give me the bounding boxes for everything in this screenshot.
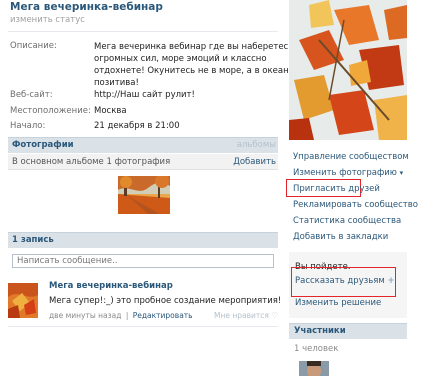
wall-header: 1 запись [8,232,278,248]
group-title: Мега вечеринка-вебинар [10,1,163,13]
wall-count-title[interactable]: 1 запись [12,235,54,245]
header-divider [8,31,278,32]
members-title[interactable]: Участники [294,326,346,336]
menu-manage-community[interactable]: Управление сообществом [293,152,409,162]
post-meta-separator: | [125,311,129,320]
post-edit-link[interactable]: Редактировать [133,311,193,320]
post-like-label: Мне нравится [214,311,269,320]
tell-friends-button[interactable]: Рассказать друзьям + [295,276,395,286]
description-line: Мега вечеринка вебинар где вы наберетесь [94,42,294,52]
members-header: Участники [289,323,407,339]
post-meta: две минуты назад | Редактировать [49,311,193,320]
tell-friends-label: Рассказать друзьям [295,276,385,286]
album-count-text: В основном альбоме 1 фотография [12,157,171,167]
album-photo-thumbnail[interactable] [118,174,170,214]
description-label: Описание: [10,41,57,51]
location-label: Местоположение: [10,106,91,116]
photos-header: Фотографии альбомы [8,137,278,153]
post-like-button[interactable]: Мне нравится ♡ [214,311,278,320]
wall-message-input[interactable] [12,254,274,268]
group-main-photo[interactable] [289,0,407,140]
post-time[interactable]: две минуты назад [49,311,121,320]
albums-link[interactable]: альбомы [237,140,276,150]
post-author-avatar[interactable] [8,283,38,318]
menu-change-photo-label: Изменить фотографию [293,168,397,178]
start-label: Начало: [10,121,46,131]
menu-advertise-community[interactable]: Рекламировать сообщество [293,200,418,210]
add-photo-link[interactable]: Добавить [233,157,276,167]
description-line: огромных сил, море эмоций и классно [94,54,267,64]
description-value: Мега вечеринка вебинар где вы наберетесь… [94,41,293,89]
location-value: Москва [94,106,127,116]
change-status-link[interactable]: изменить статус [10,15,85,25]
members-count: 1 человек [294,344,339,354]
photos-title[interactable]: Фотографии [12,140,74,150]
description-line: отдохнете! Окунитесь не в море, а в океа… [94,66,289,76]
post-text: Мега супер!:_) это пробное создание меро… [49,296,282,306]
website-value[interactable]: http://Наш сайт рулит! [94,90,195,100]
heart-icon: ♡ [271,311,279,320]
menu-invite-friends[interactable]: Пригласить друзей [293,184,380,194]
dropdown-arrow-icon: ▾ [399,169,404,177]
start-value: 21 декабря в 21:00 [94,121,180,131]
menu-add-bookmarks[interactable]: Добавить в закладки [293,232,388,242]
change-decision-link[interactable]: Изменить решение [295,298,381,308]
photos-subheader: В основном альбоме 1 фотография Добавить [8,154,278,170]
member-avatar[interactable] [299,361,329,376]
website-label: Веб-сайт: [10,90,53,100]
post-divider [8,326,278,327]
description-line: позитива! [94,78,139,88]
plus-icon: + [387,276,395,286]
post-author-link[interactable]: Мега вечеринка-вебинар [49,281,173,291]
menu-change-photo[interactable]: Изменить фотографию ▾ [293,168,403,178]
menu-community-stats[interactable]: Статистика сообщества [293,216,401,226]
